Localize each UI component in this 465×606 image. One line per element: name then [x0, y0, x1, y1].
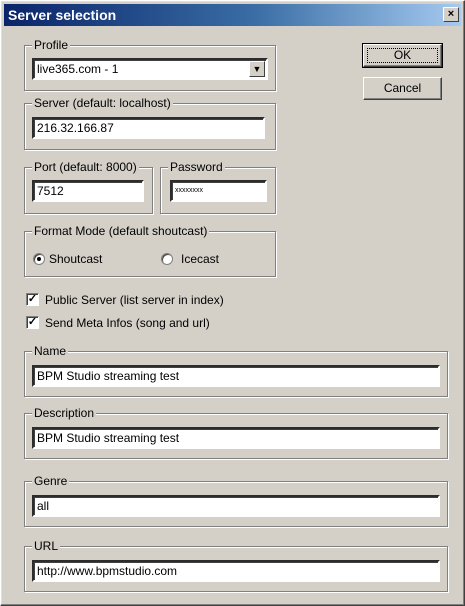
shoutcast-label[interactable]: Shoutcast: [49, 252, 102, 266]
port-legend: Port (default: 8000): [32, 160, 139, 174]
profile-group: Profile live365.com - 1 ▼: [24, 38, 276, 91]
icecast-label[interactable]: Icecast: [181, 252, 219, 266]
profile-dropdown-button[interactable]: ▼: [249, 61, 265, 77]
format-mode-group: Format Mode (default shoutcast) Shoutcas…: [24, 224, 276, 277]
server-group: Server (default: localhost) 216.32.166.8…: [24, 96, 276, 150]
server-input[interactable]: 216.32.166.87: [32, 117, 265, 139]
profile-legend: Profile: [32, 38, 71, 52]
password-legend: Password: [168, 160, 225, 174]
format-mode-legend: Format Mode (default shoutcast): [32, 224, 210, 238]
chevron-down-icon: ▼: [252, 64, 262, 74]
profile-value: live365.com - 1: [37, 62, 119, 76]
checkmark-icon: ✓: [27, 293, 38, 305]
url-group: URL http://www.bpmstudio.com: [24, 539, 448, 592]
server-selection-dialog: Server selection × Profile live365.com -…: [0, 0, 465, 606]
password-input[interactable]: xxxxxxxx: [170, 180, 267, 202]
genre-input[interactable]: all: [32, 495, 440, 517]
window-title: Server selection: [8, 7, 117, 23]
url-input[interactable]: http://www.bpmstudio.com: [32, 560, 440, 582]
shoutcast-radio[interactable]: [33, 253, 45, 265]
close-icon: ×: [447, 8, 455, 20]
public-server-label[interactable]: Public Server (list server in index): [45, 293, 224, 307]
genre-group: Genre all: [24, 474, 448, 527]
profile-select[interactable]: live365.com - 1 ▼: [32, 58, 268, 80]
url-legend: URL: [32, 539, 61, 553]
ok-button[interactable]: OK: [362, 43, 443, 68]
server-legend: Server (default: localhost): [32, 96, 173, 110]
checkmark-icon: ✓: [27, 316, 38, 328]
port-value: 7512: [37, 184, 64, 198]
port-input[interactable]: 7512: [32, 180, 144, 202]
focus-rect: [367, 48, 438, 63]
genre-legend: Genre: [32, 474, 70, 488]
server-value: 216.32.166.87: [37, 121, 114, 135]
description-legend: Description: [32, 406, 97, 420]
name-input[interactable]: BPM Studio streaming test: [32, 365, 440, 387]
password-group: Password xxxxxxxx: [160, 160, 276, 214]
url-value: http://www.bpmstudio.com: [37, 564, 178, 578]
name-group: Name BPM Studio streaming test: [24, 344, 448, 397]
name-legend: Name: [32, 344, 69, 358]
description-group: Description BPM Studio streaming test: [24, 406, 448, 459]
description-value: BPM Studio streaming test: [37, 431, 180, 445]
icecast-radio[interactable]: [161, 253, 173, 265]
cancel-label: Cancel: [383, 81, 422, 95]
password-value: xxxxxxxx: [175, 187, 203, 194]
cancel-button[interactable]: Cancel: [363, 77, 442, 100]
public-server-checkbox[interactable]: ✓: [26, 293, 39, 306]
close-button[interactable]: ×: [443, 7, 459, 22]
title-bar[interactable]: Server selection ×: [4, 4, 461, 26]
genre-value: all: [37, 499, 50, 513]
port-group: Port (default: 8000) 7512: [24, 160, 153, 214]
send-meta-label[interactable]: Send Meta Infos (song and url): [45, 316, 210, 330]
description-input[interactable]: BPM Studio streaming test: [32, 427, 440, 449]
name-value: BPM Studio streaming test: [37, 369, 180, 383]
send-meta-checkbox[interactable]: ✓: [26, 316, 39, 329]
